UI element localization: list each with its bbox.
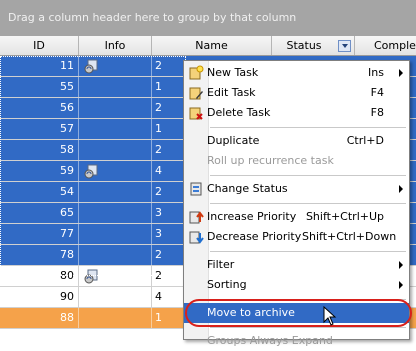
delete-task-icon [189,107,203,120]
menu-label: Move to archive [207,306,295,319]
menu-shortcut: F4 [370,86,384,99]
new-task-icon [189,65,204,80]
cell-id: 57 [0,119,79,139]
menu-shortcut: Shift+Ctrl+Up [305,210,384,223]
mouse-pointer-icon [323,306,337,326]
cell-id: 77 [0,224,79,244]
menu-shortcut: Shift+Ctrl+Down [302,230,397,243]
recurrence-icon [84,59,98,74]
menu-separator [210,127,406,128]
cell-id: 90 [0,287,79,307]
menu-label: Roll up recurrence task [207,154,334,167]
menu-item-groups-always-expand[interactable]: Groups Always Expand [184,331,409,351]
cell-info [79,245,152,265]
decrease-priority-icon [189,231,204,244]
cell-info [79,308,152,328]
cell-info [79,224,152,244]
menu-item-decrease-priority[interactable]: Decrease Priority Shift+Ctrl+Down [184,227,409,247]
status-filter-dropdown-icon[interactable] [338,40,351,52]
cell-id: 88 [0,308,79,328]
column-header-info[interactable]: Info [79,36,152,55]
menu-separator [210,251,406,252]
menu-separator [210,299,406,300]
cell-name: 1 [155,311,162,324]
menu-label: Groups Always Expand [207,334,333,347]
menu-item-sorting[interactable]: Sorting [184,275,409,295]
cell-info [79,203,152,223]
column-header-id[interactable]: ID [0,36,79,55]
cell-id: 55 [0,77,79,97]
menu-label: Decrease Priority [207,230,302,243]
submenu-arrow-icon [399,69,403,77]
menu-item-change-status[interactable]: Change Status [184,179,409,199]
menu-item-edit-task[interactable]: Edit Task F4 [184,83,409,103]
menu-label: New Task [207,66,259,79]
grid-header: ID Info Name Status Complet [0,36,416,56]
menu-separator [210,203,406,204]
submenu-arrow-icon [399,261,403,269]
menu-item-rollup-recurrence: Roll up recurrence task [184,151,409,171]
menu-item-new-task[interactable]: New Task Ins [184,63,409,83]
edit-task-icon [189,87,203,100]
cell-info [79,287,152,307]
menu-item-move-to-archive[interactable]: Move to archive [184,303,409,323]
increase-priority-icon [189,211,204,224]
cell-name: 4 [155,164,162,177]
status-icon [190,182,202,196]
cell-id: 56 [0,98,79,118]
recurrence-icon [84,164,98,179]
cell-name: 3 [155,227,162,240]
submenu-arrow-icon [399,281,403,289]
cell-info [79,161,152,181]
cell-name: 2 [155,143,162,156]
cell-id: 80 [0,266,79,286]
cell-name: 2 [155,101,162,114]
cell-name: 2 [155,59,162,72]
cell-name: 4 [155,290,162,303]
menu-separator [210,327,406,328]
menu-label: Edit Task [207,86,256,99]
cell-id: 59 [0,161,79,181]
cell-info [79,266,152,286]
menu-shortcut: Ctrl+D [346,134,384,147]
cell-id: 78 [0,245,79,265]
menu-shortcut: Ins [368,66,384,79]
menu-label: Filter [207,258,235,271]
menu-label: Increase Priority [207,210,297,223]
menu-label: Sorting [207,278,247,291]
recurrence-icon [84,269,98,284]
cell-info [79,77,152,97]
cell-id: 65 [0,203,79,223]
menu-item-delete-task[interactable]: Delete Task F8 [184,103,409,123]
cell-id: 58 [0,140,79,160]
cell-info [79,56,152,76]
submenu-arrow-icon [399,185,403,193]
cell-id: 54 [0,182,79,202]
cell-name: 2 [155,248,162,261]
menu-shortcut: F8 [370,106,384,119]
menu-item-increase-priority[interactable]: Increase Priority Shift+Ctrl+Up [184,207,409,227]
cell-info [79,119,152,139]
menu-label: Duplicate [207,134,260,147]
cell-info [79,98,152,118]
context-menu: New Task Ins Edit Task F4 Delete Task F8… [183,60,410,347]
cell-name: 3 [155,206,162,219]
menu-item-duplicate[interactable]: Duplicate Ctrl+D [184,131,409,151]
group-by-hint: Drag a column header here to group by th… [8,11,297,24]
menu-separator [210,175,406,176]
cell-name: 1 [155,122,162,135]
cell-name: 2 [155,185,162,198]
menu-label: Delete Task [207,106,271,119]
cell-name: 1 [155,80,162,93]
group-by-panel[interactable]: Drag a column header here to group by th… [0,0,416,36]
cell-info [79,182,152,202]
column-header-completed[interactable]: Complet [355,36,416,55]
cell-name: 2 [155,269,162,282]
cell-info [79,140,152,160]
cell-id: 11 [0,56,79,76]
menu-label: Change Status [207,182,288,195]
column-header-name[interactable]: Name [152,36,272,55]
menu-item-filter[interactable]: Filter [184,255,409,275]
